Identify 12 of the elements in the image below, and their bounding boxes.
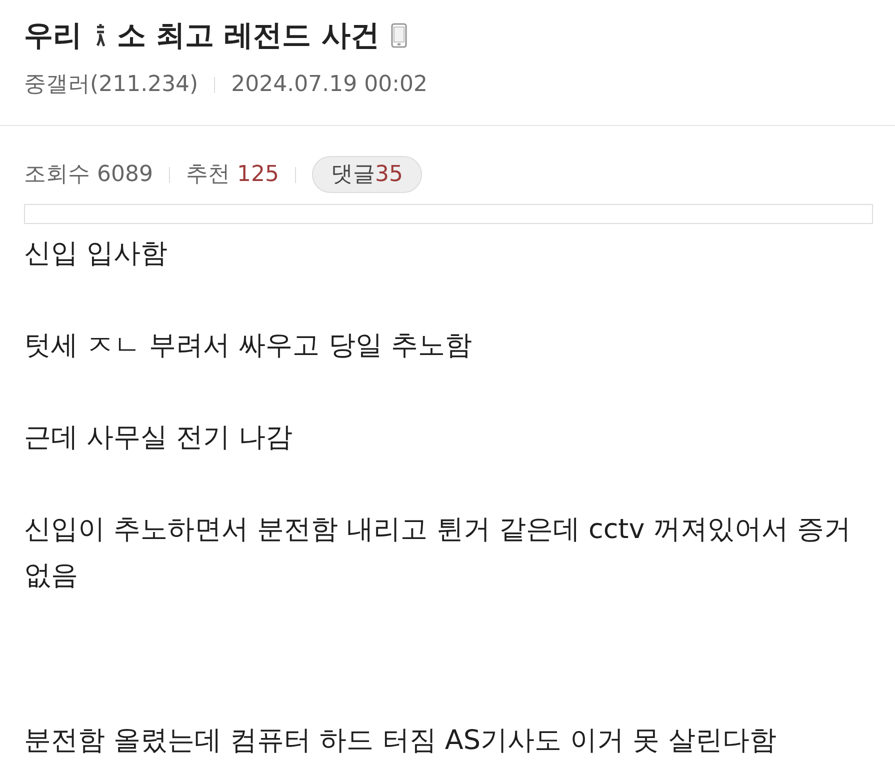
- post-title: 우리: [24, 17, 82, 54]
- post-date: 2024.07.19 00:02: [231, 71, 428, 99]
- author-name: 중갤러(211.234): [24, 71, 198, 99]
- comment-count-button[interactable]: 댓글35: [312, 156, 422, 193]
- post-paragraph: 텃세 ㅈㄴ 부려서 싸우고 당일 추노함: [24, 329, 473, 363]
- post-paragraph: 신입 입사함: [24, 237, 169, 271]
- view-count: 조회수 6089: [24, 161, 153, 189]
- post-paragraph: 근데 사무실 전기 나감: [24, 421, 294, 455]
- recommend-count: 추천 125: [186, 161, 279, 189]
- post-paragraph: 분전함 올렸는데 컴퓨터 하드 터짐 AS기사도 이거 못 살린다함: [24, 724, 778, 758]
- post-title: 소 최고 레전드 사건: [117, 17, 380, 54]
- post-paragraph: 신입이 추노하면서 분전함 내리고 튄거 같은데 cctv 꺼져있어서 증거 없음: [24, 513, 852, 593]
